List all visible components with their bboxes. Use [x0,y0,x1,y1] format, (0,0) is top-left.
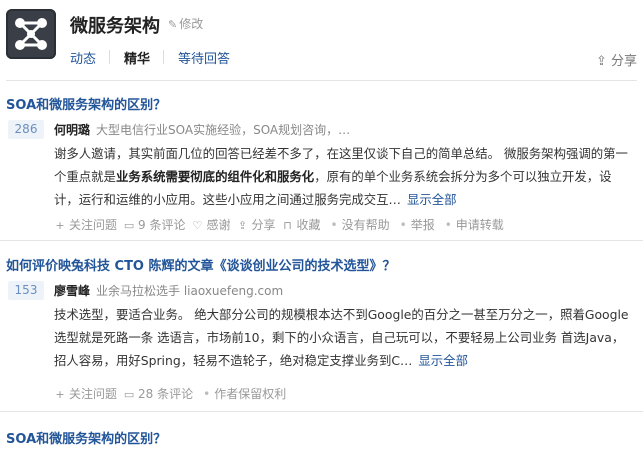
answer-content[interactable]: 谢多人邀请，其实前面几位的回答已经差不多了，在这里仅谈下自己的简单总结。 微服务… [54,142,634,211]
tab-featured[interactable]: 精华 [124,48,165,70]
comments-button[interactable]: ▭ 9 条评论 [123,216,186,233]
separator-dot: • [330,217,338,232]
request-repost-button[interactable]: 申请转载 [456,216,504,233]
answer-text: 技术选型，要适合业务。 绝大部分公司的规模根本达不到Google的百分之一甚至万… [54,307,629,368]
answer-text-bold: 业务系统需要彻底的组件化和服务化 [115,169,315,184]
plus-icon: + [55,388,65,401]
not-helpful-button[interactable]: 没有帮助 [342,216,390,233]
edit-label: 修改 [179,17,204,31]
share-button[interactable]: ⇪ 分享 [236,216,276,233]
separator-dot: • [444,217,452,232]
topic-header: 微服务架构 ✎ 修改 动态 精华 等待回答 ⇪ 分享 [0,0,643,78]
feed-item: SOA和微服务架构的区别？ 286 何明璐 大型电信行业SOA实施经验，SOA规划… [0,82,643,241]
feed-list: SOA和微服务架构的区别？ 286 何明璐 大型电信行业SOA实施经验，SOA规划… [0,82,643,456]
vote-count[interactable]: 286 [8,120,44,139]
comments-label: 9 条评论 [138,218,186,232]
show-all-link[interactable]: 显示全部 [407,192,457,207]
share-icon: ⇪ [595,54,607,69]
share-icon: ⇪ [237,219,248,232]
plus-icon: + [55,219,65,232]
comments-button[interactable]: ▭ 28 条评论 [123,385,193,402]
comment-icon: ▭ [123,388,135,401]
follow-label: 关注问题 [69,218,118,232]
author-name[interactable]: 何明璐 [54,123,90,137]
network-logo-icon [15,18,47,50]
thanks-label: 感谢 [206,218,231,232]
share-label: 分享 [251,218,276,232]
follow-question-button[interactable]: + 关注问题 [54,216,117,233]
comments-label: 28 条评论 [138,387,194,401]
collect-button[interactable]: ⊓ 收藏 [282,216,321,233]
report-button[interactable]: 举报 [411,216,435,233]
question-title[interactable]: SOA和微服务架构的区别？ [6,94,166,113]
topic-tabs: 动态 精华 等待回答 [70,48,258,70]
answer-meta-bar: + 关注问题 ▭ 28 条评论 • 作者保留权利 [54,385,292,402]
question-title[interactable]: SOA和微服务架构的区别？ [6,428,166,447]
feed-item: 如何评价映兔科技 CTO 陈辉的文章《谈谈创业公司的技术选型》？ 153 廖雪峰… [0,241,643,412]
show-all-link[interactable]: 显示全部 [418,353,468,368]
heart-icon: ♡ [192,219,203,232]
topic-title: 微服务架构 [70,16,160,37]
tab-unanswered[interactable]: 等待回答 [178,48,244,70]
question-title[interactable]: 如何评价映兔科技 CTO 陈辉的文章《谈谈创业公司的技术选型》？ [6,255,396,274]
follow-label: 关注问题 [69,387,118,401]
bookmark-icon: ⊓ [283,219,292,232]
author-bio: 大型电信行业SOA实施经验，SOA规划咨询，… [96,123,351,137]
follow-question-button[interactable]: + 关注问题 [54,385,117,402]
answer-content[interactable]: 技术选型，要适合业务。 绝大部分公司的规模根本达不到Google的百分之一甚至万… [54,303,634,372]
share-label: 分享 [610,54,637,69]
copyright-notice: 作者保留权利 [214,387,287,401]
vote-count[interactable]: 153 [8,281,44,300]
answer-author: 廖雪峰 业余马拉松选手 liaoxuefeng.com [54,282,283,299]
separator-dot: • [399,217,407,232]
thanks-button[interactable]: ♡ 感谢 [191,216,231,233]
answer-meta-bar: + 关注问题 ▭ 9 条评论 ♡ 感谢 ⇪ 分享 ⊓ 收藏 • 没有帮助 • 举报 • 申… [54,216,510,233]
edit-topic-link[interactable]: ✎ 修改 [168,15,203,32]
comment-icon: ▭ [123,219,135,232]
author-name[interactable]: 廖雪峰 [54,284,90,298]
feed-item: SOA和微服务架构的区别？ [0,412,643,456]
collect-label: 收藏 [296,218,321,232]
pencil-icon: ✎ [168,18,178,31]
share-topic-button[interactable]: ⇪ 分享 [596,50,637,69]
header-divider [6,80,637,81]
author-bio: 业余马拉松选手 liaoxuefeng.com [96,284,284,298]
tab-activity[interactable]: 动态 [70,48,111,70]
answer-author: 何明璐 大型电信行业SOA实施经验，SOA规划咨询，… [54,121,350,138]
topic-logo[interactable] [6,9,56,59]
separator-dot: • [203,386,211,401]
